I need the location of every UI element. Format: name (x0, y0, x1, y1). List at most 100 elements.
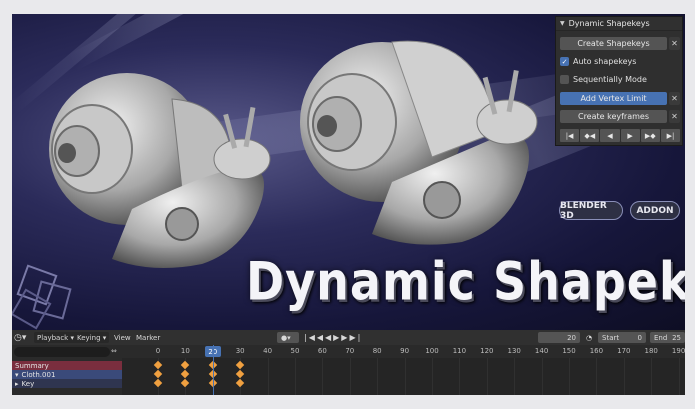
create-keyframes-button[interactable]: Create keyframes (560, 110, 667, 123)
frame-tick-label: 30 (235, 347, 245, 355)
frame-gridline (651, 358, 653, 395)
frame-tick-label: 0 (155, 347, 161, 355)
frame-tick-label: 100 (425, 347, 439, 355)
keyframe-diamond[interactable] (235, 369, 245, 379)
frame-gridline (623, 358, 625, 395)
remove-vertex-limit-button[interactable]: ✕ (669, 92, 680, 105)
panel-header[interactable]: ▼ Dynamic Shapekeys (556, 17, 682, 31)
expand-triangle-icon[interactable]: ▾ (15, 371, 19, 379)
sequentially-mode-label: Sequentially Mode (573, 75, 647, 84)
frame-tick-label: 120 (480, 347, 494, 355)
dynamic-shapekeys-panel: ▼ Dynamic Shapekeys Create Shapekeys ✕ ✓… (555, 16, 683, 146)
clock-icon[interactable]: ◔ (586, 332, 592, 343)
prev-keyframe-icon[interactable]: ◆◀ (580, 129, 600, 142)
start-value: 0 (637, 333, 642, 342)
keying-label: Keying (77, 333, 101, 342)
channel-list: ⇔ Summary ▾ Cloth.001 ▸ Key (12, 345, 122, 395)
frame-gridline (459, 358, 461, 395)
frame-gridline (432, 358, 433, 395)
swap-icon[interactable]: ⇔ (111, 347, 121, 357)
channel-key[interactable]: ▸ Key (12, 379, 122, 388)
decorative-squares (12, 264, 72, 330)
frame-gridline (404, 358, 406, 395)
editor-type-icon[interactable]: ◷▾ (14, 332, 26, 343)
frame-tick-label: 60 (317, 347, 327, 355)
playback-label: Playback (37, 333, 69, 342)
keyframe-diamond[interactable] (181, 378, 190, 388)
viewport-3d[interactable]: Dynamic Shapekeys BLENDER 3D ADDON ▼ Dyn… (12, 14, 685, 330)
create-shapekeys-button[interactable]: Create Shapekeys (560, 37, 667, 50)
blender-3d-badge: BLENDER 3D (559, 201, 623, 221)
frame-tick-label: 170 (617, 347, 631, 355)
frame-gridline (596, 358, 598, 395)
keyframe-diamond[interactable] (181, 369, 190, 379)
frame-tick-label: 110 (452, 347, 467, 355)
remove-keyframes-button[interactable]: ✕ (669, 110, 680, 123)
jump-start-icon[interactable]: |◀ (560, 129, 580, 142)
add-vertex-limit-button[interactable]: Add Vertex Limit (560, 92, 667, 105)
keyframe-diamond[interactable] (181, 360, 190, 370)
keyframe-diamond[interactable] (153, 378, 163, 388)
keying-menu[interactable]: Keying ▾ (74, 332, 110, 343)
timeline-editor: ◷▾ Playback ▾ Keying ▾ View Marker ●▾ |◀… (12, 330, 685, 395)
play-reverse-icon[interactable]: ◀ (600, 129, 620, 142)
frame-tick-label: 50 (290, 347, 300, 355)
frame-gridline (486, 358, 488, 395)
jump-end-icon[interactable]: ▶| (660, 129, 681, 142)
view-menu[interactable]: View (114, 332, 131, 343)
record-button[interactable]: ●▾ (277, 332, 299, 343)
remove-shapekeys-button[interactable]: ✕ (669, 37, 680, 50)
frame-ruler[interactable]: 0102030405060708090100110120130140150160… (122, 345, 685, 358)
playhead[interactable] (213, 345, 214, 395)
screenshot-frame: Dynamic Shapekeys BLENDER 3D ADDON ▼ Dyn… (12, 14, 685, 395)
frame-tick-label: 150 (562, 347, 576, 355)
frame-tick-label: 180 (644, 347, 658, 355)
snail-model-right (300, 40, 538, 245)
current-frame-field[interactable]: 20 (538, 332, 580, 343)
frame-gridline (569, 358, 570, 395)
auto-shapekeys-label: Auto shapekeys (573, 57, 637, 66)
sequentially-mode-row[interactable]: Sequentially Mode (560, 73, 647, 86)
frame-tick-label: 70 (345, 347, 355, 355)
frame-tick-label: 190 (671, 347, 685, 355)
playback-menu[interactable]: Playback ▾ (34, 332, 77, 343)
end-label: End (654, 333, 668, 342)
frame-gridline (541, 358, 543, 395)
frame-tick-label: 140 (534, 347, 549, 355)
channel-summary[interactable]: Summary (12, 361, 122, 370)
promo-title: Dynamic Shapekeys (246, 250, 685, 313)
dopesheet-area[interactable] (122, 358, 685, 395)
sequentially-mode-checkbox[interactable] (560, 75, 569, 84)
next-keyframe-icon[interactable]: ▶◆ (640, 129, 660, 142)
keyframe-diamond[interactable] (153, 360, 163, 370)
keyframe-diamond[interactable] (153, 369, 163, 379)
channel-cloth[interactable]: ▾ Cloth.001 (12, 370, 122, 379)
frame-tick-label: 90 (400, 347, 410, 355)
frame-gridline (377, 358, 379, 395)
transport-controls[interactable]: |◀◀◀▶▶▶| (304, 332, 362, 343)
frame-gridline (267, 358, 269, 395)
auto-shapekeys-row[interactable]: ✓ Auto shapekeys (560, 55, 636, 68)
frame-gridline (322, 358, 324, 395)
frame-tick-label: 40 (263, 347, 273, 355)
frame-tick-label: 80 (372, 347, 382, 355)
panel-title: Dynamic Shapekeys (568, 19, 650, 28)
end-frame-field[interactable]: End 25 (650, 332, 685, 343)
play-icon[interactable]: ▶ (620, 129, 640, 142)
marker-menu[interactable]: Marker (136, 332, 160, 343)
keyframe-nav-row: |◀ ◆◀ ◀ ▶ ▶◆ ▶| (560, 129, 681, 142)
channel-cloth-label: Cloth.001 (21, 370, 56, 379)
timeline-header: ◷▾ Playback ▾ Keying ▾ View Marker ●▾ |◀… (12, 330, 685, 345)
collapse-triangle-key-icon[interactable]: ▸ (15, 380, 19, 388)
keyframe-diamond[interactable] (235, 360, 245, 370)
frame-tick-label: 130 (507, 347, 521, 355)
frame-tick-label: 10 (180, 347, 190, 355)
channel-search-field[interactable] (14, 347, 110, 357)
frame-gridline (295, 358, 296, 395)
keyframe-diamond[interactable] (235, 378, 245, 388)
auto-shapekeys-checkbox[interactable]: ✓ (560, 57, 569, 66)
frame-tick-label: 160 (589, 347, 604, 355)
frame-gridline (678, 358, 680, 395)
collapse-triangle-icon[interactable]: ▼ (560, 20, 565, 27)
start-frame-field[interactable]: Start 0 (598, 332, 646, 343)
